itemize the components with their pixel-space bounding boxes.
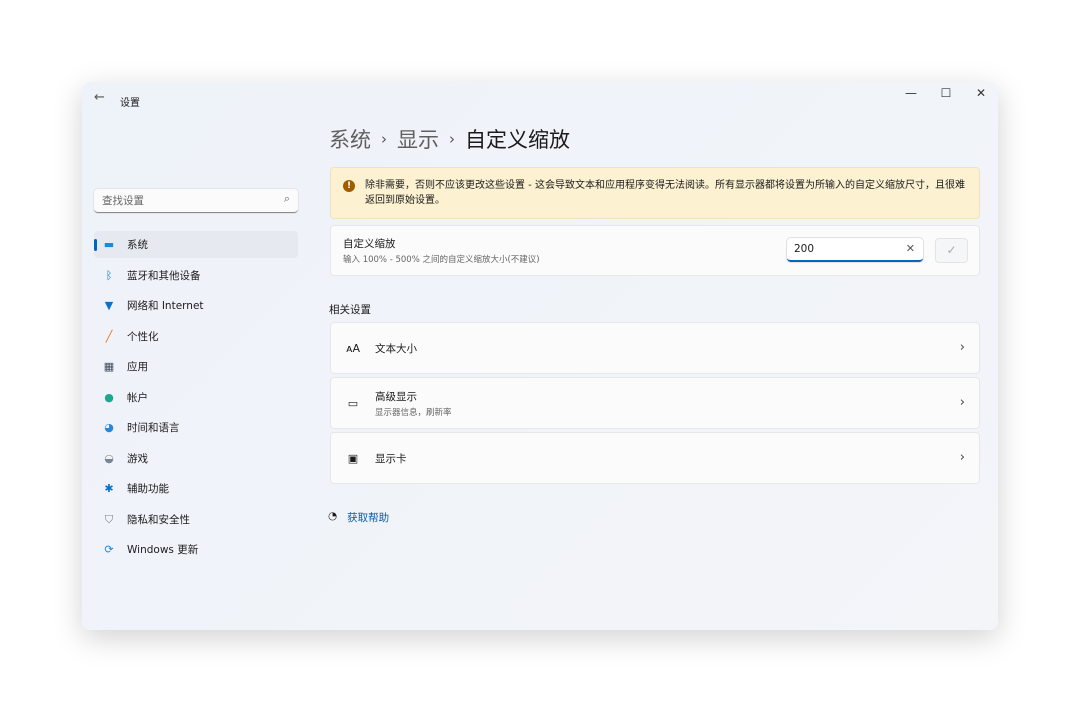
sidebar-item-accessibility[interactable]: ✱ 辅助功能 (94, 475, 298, 502)
chevron-right-icon: › (959, 340, 965, 355)
text-size-row[interactable]: ᴀA 文本大小 › (330, 322, 980, 374)
breadcrumb: 系统 › 显示 › 自定义缩放 (329, 124, 570, 154)
search-icon[interactable]: ⌕ (284, 192, 290, 206)
sidebar-item-gaming[interactable]: ◒ 游戏 (94, 445, 298, 472)
nav-label: 蓝牙和其他设备 (127, 270, 201, 282)
clear-icon[interactable]: ✕ (906, 242, 915, 255)
row-title: 显示卡 (375, 452, 407, 465)
help-icon: ◔ (328, 510, 338, 522)
globe-clock-icon: ◕ (104, 421, 114, 434)
row-desc: 显示器信息，刷新率 (375, 407, 452, 418)
warning-text: 除非需要，否则不应该更改这些设置 - 这会导致文本和应用程序变得无法阅读。所有显… (365, 180, 965, 206)
close-button[interactable]: ✕ (966, 86, 996, 100)
brush-icon: ╱ (105, 330, 113, 343)
nav-label: 隐私和安全性 (127, 514, 190, 526)
advanced-display-row[interactable]: ▭ 高级显示显示器信息，刷新率 › (330, 377, 980, 429)
update-icon: ⟳ (104, 543, 114, 556)
sidebar-item-privacy[interactable]: ⛉ 隐私和安全性 (94, 506, 298, 533)
chevron-right-icon: › (959, 395, 965, 410)
graphics-row[interactable]: ▣ 显示卡 › (330, 432, 980, 484)
sidebar-item-accounts[interactable]: ● 帐户 (94, 384, 298, 411)
wifi-icon: ▼ (104, 299, 114, 312)
search-placeholder: 查找设置 (102, 195, 144, 207)
breadcrumb-display[interactable]: 显示 (397, 124, 439, 154)
custom-scale-value: 200 (794, 243, 815, 255)
nav-label: 应用 (127, 361, 148, 373)
row-title: 文本大小 (375, 342, 417, 355)
breadcrumb-system[interactable]: 系统 (329, 124, 371, 154)
maximize-button[interactable]: ☐ (931, 86, 961, 100)
nav-label: Windows 更新 (127, 544, 199, 556)
chevron-right-icon: › (449, 130, 455, 148)
nav-label: 时间和语言 (127, 422, 180, 434)
row-title: 高级显示 (375, 390, 417, 403)
system-icon: ▬ (103, 238, 115, 251)
shield-icon: ⛉ (104, 512, 114, 526)
settings-window: ← 设置 — ☐ ✕ 查找设置 ⌕ ▬ 系统 ᛒ 蓝牙和其他设备 ▼ 网络和 Inte… (82, 82, 998, 630)
get-help-label[interactable]: 获取帮助 (347, 510, 389, 525)
bluetooth-icon: ᛒ (105, 269, 113, 282)
apply-button[interactable]: ✓ (935, 238, 968, 263)
chevron-right-icon: › (959, 450, 965, 465)
text-size-icon: ᴀA (345, 341, 361, 355)
warning-icon: ! (343, 180, 355, 192)
checkmark-icon: ✓ (946, 243, 957, 257)
nav-label: 系统 (127, 239, 148, 251)
get-help-link[interactable]: ◔ 获取帮助 (328, 510, 389, 525)
custom-scale-card: 自定义缩放 输入 100% - 500% 之间的自定义缩放大小(不建议) 200… (330, 225, 980, 276)
search-input[interactable]: 查找设置 ⌕ (94, 189, 298, 213)
nav-label: 游戏 (127, 453, 148, 465)
sidebar-item-bluetooth[interactable]: ᛒ 蓝牙和其他设备 (94, 262, 298, 289)
window-title: 设置 (120, 98, 140, 109)
gamepad-icon: ◒ (104, 452, 114, 465)
minimize-button[interactable]: — (896, 86, 926, 100)
related-settings-heading: 相关设置 (329, 304, 371, 316)
chevron-right-icon: › (381, 130, 387, 148)
sidebar-item-personalization[interactable]: ╱ 个性化 (94, 323, 298, 350)
monitor-icon: ▭ (347, 396, 359, 410)
sidebar-item-network[interactable]: ▼ 网络和 Internet (94, 292, 298, 319)
sidebar-item-apps[interactable]: ▦ 应用 (94, 353, 298, 380)
sidebar-item-time-language[interactable]: ◕ 时间和语言 (94, 414, 298, 441)
back-arrow-icon[interactable]: ← (94, 90, 105, 105)
nav-label: 帐户 (127, 392, 148, 404)
page-title: 自定义缩放 (465, 128, 570, 152)
sidebar-item-system[interactable]: ▬ 系统 (94, 231, 298, 258)
account-icon: ● (104, 391, 114, 404)
custom-scale-input[interactable]: 200 ✕ (787, 238, 923, 262)
graphics-card-icon: ▣ (347, 451, 359, 465)
sidebar-item-windows-update[interactable]: ⟳ Windows 更新 (94, 536, 298, 563)
apps-icon: ▦ (103, 360, 115, 373)
accessibility-icon: ✱ (104, 482, 114, 495)
nav-label: 网络和 Internet (127, 300, 204, 312)
nav-label: 个性化 (127, 331, 159, 343)
warning-banner: ! 除非需要，否则不应该更改这些设置 - 这会导致文本和应用程序变得无法阅读。所… (330, 167, 980, 219)
nav-label: 辅助功能 (127, 483, 169, 495)
